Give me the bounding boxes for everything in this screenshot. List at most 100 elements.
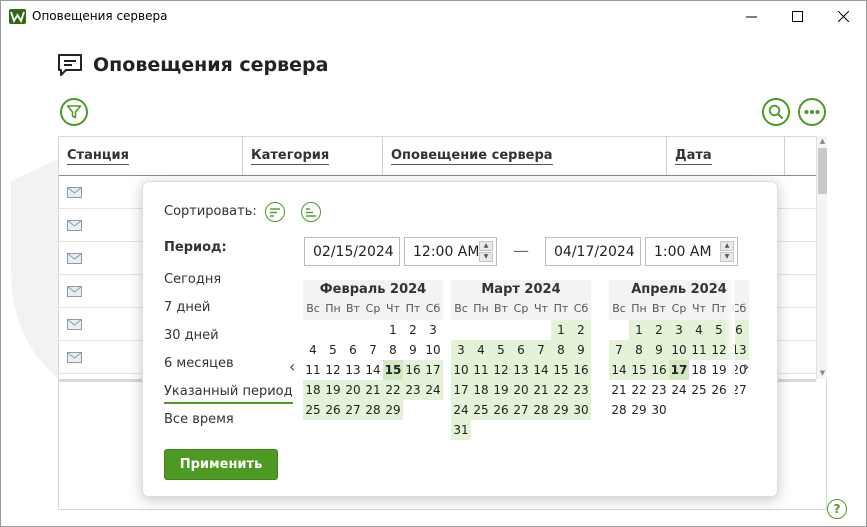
calendar-day[interactable]: 23 <box>403 380 423 400</box>
calendar-day[interactable]: 24 <box>669 380 689 400</box>
calendar-day[interactable]: 3 <box>669 320 689 340</box>
sort-descending-button[interactable] <box>301 202 321 222</box>
start-date-input[interactable]: 02/15/2024 <box>304 237 400 266</box>
calendar-day[interactable]: 28 <box>531 400 551 420</box>
calendar-day[interactable]: 18 <box>689 360 709 380</box>
calendar-day[interactable]: 28 <box>363 400 383 420</box>
filter-button[interactable] <box>60 98 88 126</box>
calendar-day[interactable]: 30 <box>649 400 669 420</box>
calendar-day[interactable]: 3 <box>423 320 443 340</box>
calendar-day[interactable]: 4 <box>689 320 709 340</box>
column-header-alert[interactable]: Оповещение сервера <box>383 137 667 175</box>
calendar-day[interactable]: 7 <box>609 340 629 360</box>
calendar-day[interactable]: 12 <box>491 360 511 380</box>
calendar-day[interactable]: 30 <box>571 400 591 420</box>
calendar-day[interactable]: 16 <box>403 360 423 380</box>
calendar-day[interactable]: 27 <box>343 400 363 420</box>
calendar-day[interactable]: 13 <box>511 360 531 380</box>
calendar-day[interactable]: 9 <box>571 340 591 360</box>
calendar-day[interactable]: 17 <box>451 380 471 400</box>
calendar-day[interactable]: 11 <box>471 360 491 380</box>
calendar-day[interactable]: 18 <box>303 380 323 400</box>
table-scrollbar[interactable]: ▲ ▼ <box>816 136 827 379</box>
calendar-day[interactable]: 29 <box>551 400 571 420</box>
column-header-category[interactable]: Категория <box>243 137 383 175</box>
calendar-day[interactable]: 6 <box>343 340 363 360</box>
scroll-down-icon[interactable]: ▼ <box>817 368 828 378</box>
calendar-day[interactable]: 23 <box>571 380 591 400</box>
period-option-all-time[interactable]: Все время <box>164 412 234 427</box>
calendar-day[interactable]: 29 <box>629 400 649 420</box>
end-time-spinner[interactable]: ▲ ▼ <box>720 241 734 262</box>
sort-ascending-button[interactable] <box>265 202 285 222</box>
calendar-day[interactable]: 29 <box>383 400 403 420</box>
calendar-day[interactable]: 10 <box>451 360 471 380</box>
scroll-up-icon[interactable]: ▲ <box>817 136 828 146</box>
search-button[interactable] <box>762 98 790 126</box>
end-time-input[interactable]: 1:00 AM ▲ ▼ <box>645 237 738 266</box>
calendar-day[interactable]: 15 <box>629 360 649 380</box>
calendar-day[interactable]: 21 <box>363 380 383 400</box>
calendar-day[interactable]: 26 <box>323 400 343 420</box>
calendar-day[interactable]: 9 <box>403 340 423 360</box>
calendar-day[interactable]: 22 <box>383 380 403 400</box>
calendar-day[interactable]: 5 <box>491 340 511 360</box>
calendar-day[interactable]: 4 <box>471 340 491 360</box>
calendar-day[interactable]: 26 <box>491 400 511 420</box>
calendar-day[interactable]: 14 <box>363 360 383 380</box>
calendar-day[interactable]: 15 <box>551 360 571 380</box>
minimize-button[interactable] <box>728 1 774 32</box>
start-time-input[interactable]: 12:00 AM ▲ ▼ <box>404 237 497 266</box>
spin-up-icon[interactable]: ▲ <box>479 241 493 251</box>
calendar-day[interactable]: 5 <box>323 340 343 360</box>
calendar-day[interactable]: 25 <box>303 400 323 420</box>
calendar-day[interactable]: 28 <box>609 400 629 420</box>
calendar-day[interactable]: 12 <box>323 360 343 380</box>
calendar-day[interactable]: 25 <box>471 400 491 420</box>
calendar-day[interactable]: 10 <box>423 340 443 360</box>
calendar-day[interactable]: 10 <box>669 340 689 360</box>
calendar-day[interactable]: 8 <box>551 340 571 360</box>
calendar-day[interactable]: 22 <box>629 380 649 400</box>
period-option-custom-range[interactable]: Указанный период <box>164 384 293 404</box>
calendar-day[interactable]: 27 <box>511 400 531 420</box>
calendar-day[interactable]: 17 <box>669 360 689 380</box>
calendar-day[interactable]: 7 <box>531 340 551 360</box>
start-time-spinner[interactable]: ▲ ▼ <box>479 241 493 262</box>
more-options-button[interactable] <box>798 98 826 126</box>
calendar-day[interactable]: 24 <box>423 380 443 400</box>
period-option-7-days[interactable]: 7 дней <box>164 300 210 315</box>
calendar-day[interactable]: 19 <box>323 380 343 400</box>
calendar-day[interactable]: 3 <box>451 340 471 360</box>
spin-up-icon[interactable]: ▲ <box>720 241 734 251</box>
help-button[interactable]: ? <box>827 499 847 519</box>
calendar-day[interactable]: 8 <box>629 340 649 360</box>
calendar-day[interactable]: 11 <box>689 340 709 360</box>
period-option-today[interactable]: Сегодня <box>164 272 221 287</box>
calendar-day[interactable]: 13 <box>343 360 363 380</box>
calendar-day[interactable]: 4 <box>303 340 323 360</box>
spin-down-icon[interactable]: ▼ <box>720 252 734 262</box>
calendar-day[interactable]: 21 <box>531 380 551 400</box>
column-header-date[interactable]: Дата <box>667 137 785 175</box>
column-header-station[interactable]: Станция <box>59 137 243 175</box>
calendar-day[interactable]: 6 <box>511 340 531 360</box>
close-button[interactable] <box>820 1 866 32</box>
calendar-day[interactable]: 9 <box>649 340 669 360</box>
calendar-day[interactable]: 2 <box>571 320 591 340</box>
calendar-day[interactable]: 2 <box>403 320 423 340</box>
calendar-day[interactable]: 18 <box>471 380 491 400</box>
calendar-day[interactable]: 11 <box>303 360 323 380</box>
apply-button[interactable]: Применить <box>164 449 278 480</box>
calendar-day[interactable]: 14 <box>531 360 551 380</box>
scrollbar-thumb[interactable] <box>818 148 827 194</box>
calendar-day[interactable]: 22 <box>551 380 571 400</box>
calendar-day[interactable]: 23 <box>649 380 669 400</box>
calendar-day[interactable]: 1 <box>551 320 571 340</box>
spin-down-icon[interactable]: ▼ <box>479 252 493 262</box>
calendar-day[interactable]: 14 <box>609 360 629 380</box>
calendar-day[interactable]: 7 <box>363 340 383 360</box>
calendar-prev-icon[interactable]: ‹ <box>289 357 295 376</box>
calendar-day[interactable]: 1 <box>383 320 403 340</box>
calendar-day[interactable]: 25 <box>689 380 709 400</box>
